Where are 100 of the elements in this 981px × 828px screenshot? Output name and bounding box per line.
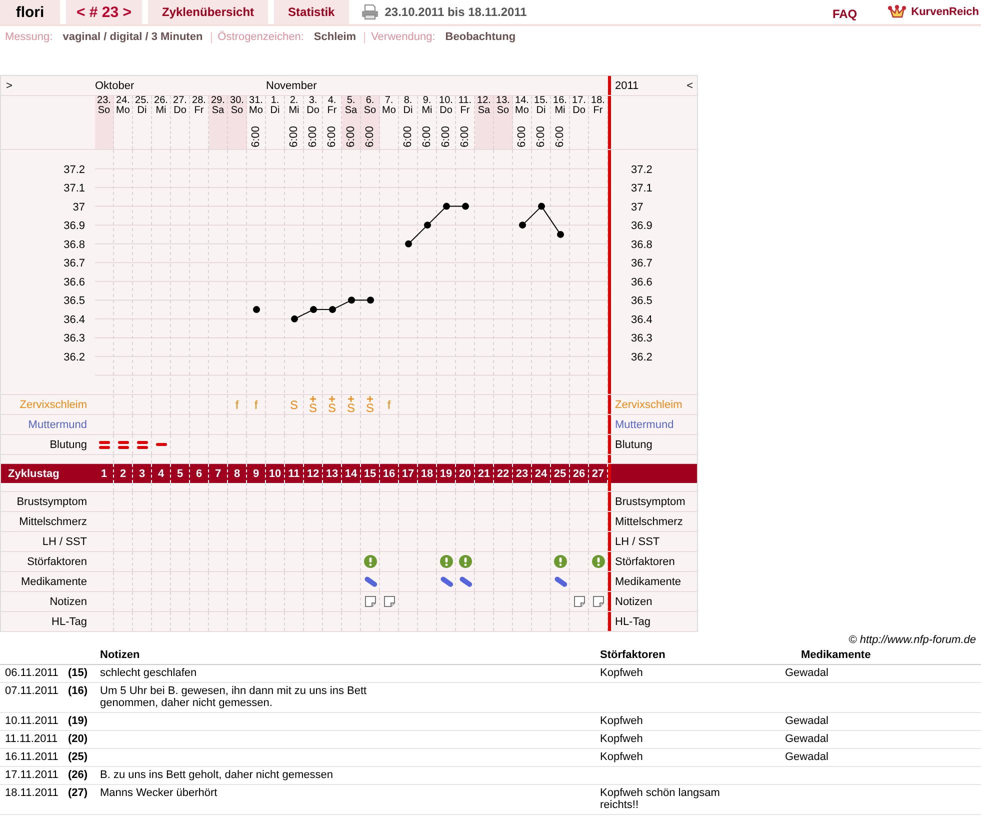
day-date: 11. [458, 96, 472, 106]
cycle-day-number: 18 [420, 468, 434, 480]
cycle-day-number: 10 [268, 468, 282, 480]
column-header: Notizen [100, 649, 141, 661]
mucus-symbol: f [254, 398, 258, 410]
cycle-navigation[interactable]: < # 23 > [66, 0, 142, 24]
cycle-day-number: 5 [176, 468, 184, 480]
weekday: Mo [382, 106, 396, 116]
note-icon[interactable] [574, 596, 584, 607]
y-axis-tick: 36.3 [64, 332, 85, 345]
nav-tab[interactable]: Statistik [274, 0, 349, 24]
y-axis-tick: 36.7 [631, 258, 652, 270]
cycle-day-number: 20 [458, 468, 472, 480]
disturbance-text: Kopfweh [600, 715, 644, 727]
day-date: 17. [572, 96, 586, 106]
day-date: 18. [591, 96, 605, 106]
cycle-day-number: 14 [344, 468, 358, 480]
note-cycle-day: (26) [68, 769, 100, 781]
previous-arrow[interactable]: > [6, 80, 12, 92]
medication-text: Gewadal [785, 751, 828, 763]
y-axis-tick: 37.2 [64, 164, 85, 176]
column-header: Medikamente [800, 649, 872, 661]
month-label: Oktober [95, 80, 134, 92]
note-date: 11.11.2011 [5, 733, 59, 745]
day-date: 3. [308, 96, 318, 106]
cycle-day-number: 17 [402, 468, 414, 480]
cycle-day-number: 4 [158, 468, 164, 480]
measurement-time: 6:00 [365, 126, 375, 147]
note-icon[interactable] [384, 596, 394, 607]
cycle-day-number: 21 [478, 468, 490, 480]
day-date: 15. [534, 96, 548, 106]
next-arrow[interactable]: < [686, 80, 693, 92]
day-date: 31. [249, 96, 263, 106]
cycle-day-number: 7 [214, 468, 222, 480]
note-icon[interactable] [592, 596, 604, 607]
cycle-day-number: 8 [234, 468, 240, 480]
row-label: Blutung [615, 438, 652, 450]
copyright-text: © http://www.nfp-forum.de [848, 633, 977, 647]
date-range: 23.10.2011 bis 18.11.2011 [384, 4, 527, 21]
note-cycle-day: (16) [68, 685, 100, 709]
faq-link[interactable]: FAQ [832, 7, 858, 21]
cycle-day-number: 27 [592, 468, 604, 480]
printer-icon[interactable] [360, 4, 379, 20]
row-label: Zervixschleim [20, 398, 87, 410]
cycle-day-number: 3 [138, 468, 146, 480]
logo-text[interactable]: KurvenReich [911, 6, 979, 18]
y-axis-tick: 36.6 [64, 276, 85, 288]
medication-text: Gewadal [785, 733, 828, 745]
y-axis-tick: 36.5 [631, 295, 652, 308]
day-date: 5. [346, 96, 356, 106]
y-axis-tick: 37 [72, 201, 85, 214]
cycle-day-number: 25 [554, 468, 566, 480]
measurement-time: 6:00 [517, 126, 527, 147]
note-cycle-day: (20) [68, 733, 100, 745]
weekday: Mi [288, 106, 300, 116]
nav-tab[interactable]: Zyklenübersicht [148, 0, 268, 24]
row-label: HL-Tag [615, 616, 650, 628]
cycle-day-number: 22 [496, 468, 510, 480]
setting-value: Schleim [314, 31, 356, 43]
setting-label: Östrogenzeichen: [218, 31, 304, 43]
row-label: Muttermund [615, 418, 674, 430]
day-date: 2. [290, 96, 298, 106]
row-label: Störfaktoren [27, 556, 87, 568]
day-date: 9. [422, 96, 432, 106]
note-date: 06.11.2011 [5, 667, 60, 679]
measurement-time: 6:00 [441, 126, 451, 147]
weekday: Fr [194, 106, 204, 116]
weekday: Do [306, 106, 320, 116]
mucus-symbol: f [235, 398, 239, 410]
year-label: 2011 [615, 80, 639, 92]
weekday: Fr [460, 106, 470, 116]
row-label: LH / SST [615, 536, 660, 548]
weekday: So [496, 106, 510, 116]
cycle-day-number: 26 [572, 468, 586, 480]
day-date: 16. [553, 96, 567, 106]
row-label: Medikamente [20, 576, 87, 588]
measurement-time: 6:00 [403, 126, 413, 147]
user-name-tab[interactable]: flori [0, 0, 60, 24]
y-axis-tick: 36.5 [64, 295, 85, 308]
day-date: 12. [477, 96, 491, 106]
medication-text: Gewadal [785, 667, 828, 679]
weekday: Fr [327, 106, 337, 116]
day-date: 1. [270, 96, 280, 106]
note-date: 17.11.2011 [5, 769, 60, 781]
disturbance-text: Kopfweh [600, 733, 644, 745]
column-header: Störfaktoren [600, 649, 666, 661]
measurement-time: 6:00 [308, 126, 318, 147]
y-axis-tick: 36.3 [631, 332, 652, 345]
disturbance-text: Kopfweh [600, 751, 644, 763]
day-date: 14. [515, 96, 529, 106]
setting-value: vaginal / digital / 3 Minuten [62, 31, 203, 43]
day-date: 4. [328, 96, 336, 106]
cycle-day-number: 6 [196, 468, 202, 480]
day-date: 8. [404, 96, 412, 106]
weekday: So [230, 106, 244, 116]
cycle-day-number: 12 [306, 468, 320, 480]
y-axis-tick: 37.1 [631, 182, 652, 195]
note-text: Manns Wecker überhört [100, 787, 218, 799]
weekday: Fr [593, 106, 603, 116]
note-icon[interactable] [364, 596, 376, 607]
